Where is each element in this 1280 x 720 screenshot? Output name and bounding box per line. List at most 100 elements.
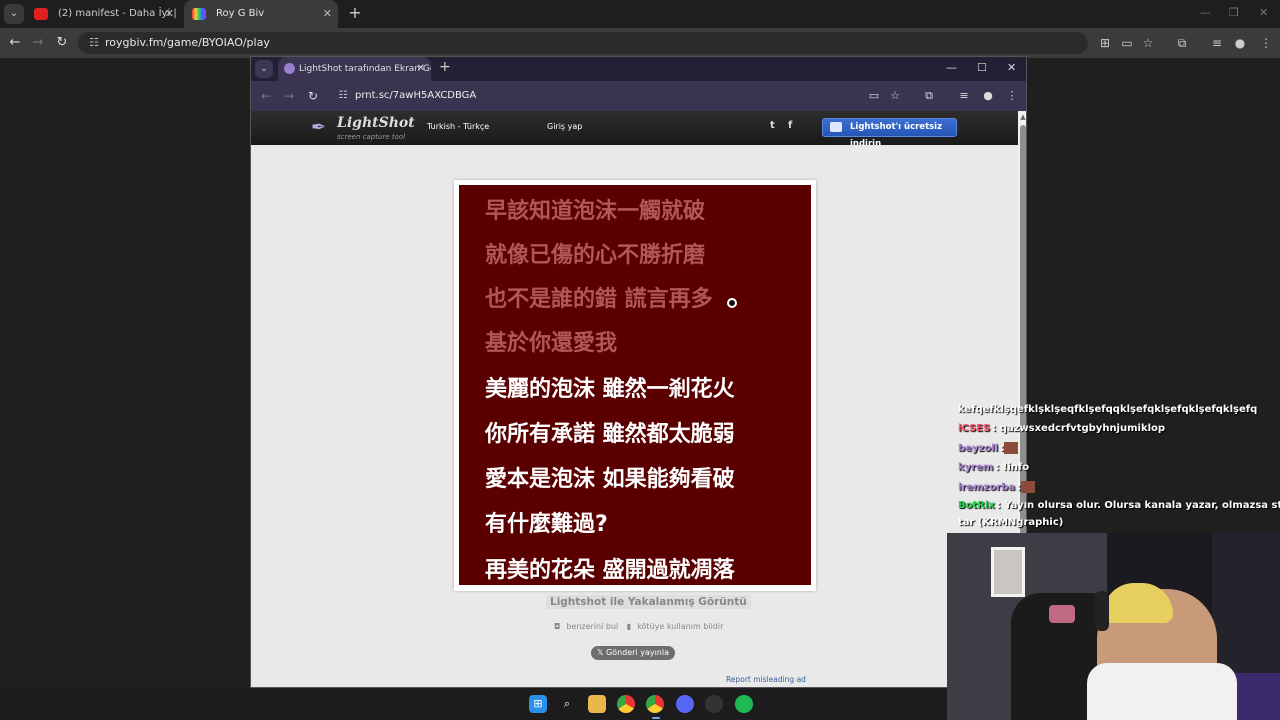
headset: [1095, 591, 1109, 631]
url-text: roygbiv.fm/game/BYOIAO/play: [105, 36, 270, 49]
chat-message: BotRix: Yayın olursa olur. Olursa kanala…: [958, 500, 1280, 511]
reload-icon[interactable]: ↻: [304, 87, 322, 105]
close-window-icon[interactable]: ✕: [1007, 61, 1016, 74]
chat-text: tar (KRMNgraphic): [958, 517, 1064, 528]
chat-message: beyzoll:: [958, 442, 1019, 454]
chrome-icon[interactable]: [646, 695, 664, 713]
windows-start-icon[interactable]: ⊞: [529, 695, 547, 713]
reload-icon[interactable]: ↻: [53, 34, 71, 52]
site-info-icon[interactable]: ☷: [335, 88, 351, 104]
download-button[interactable]: Lightshot'ı ücretsiz indirin: [822, 118, 957, 149]
extensions-icon[interactable]: ⧉: [921, 88, 937, 104]
windows-taskbar: ⊞ ⌕: [0, 688, 947, 720]
media-icon[interactable]: ≡: [1209, 35, 1225, 51]
mouse-cursor-icon: [727, 298, 737, 308]
camera-icon: ◘: [554, 622, 561, 631]
chat-text: kefqefklşqefklşklşeqfklşefqqklşefqklşefq…: [958, 404, 1258, 415]
chat-username[interactable]: iremzorba: [958, 482, 1015, 493]
close-icon[interactable]: ✕: [417, 57, 425, 81]
cast-icon[interactable]: ▭: [1119, 35, 1135, 51]
bookmark-star-icon[interactable]: ☆: [1140, 35, 1156, 51]
flag-icon: ▮: [626, 622, 632, 631]
chair-logo: [1049, 605, 1075, 623]
address-bar[interactable]: ☷ prnt.sc/7awH5AXCDBGA: [331, 85, 911, 107]
outer-toolbar: ← → ↻ ☷ roygbiv.fm/game/BYOIAO/play ⊞ ▭ …: [0, 28, 1280, 58]
file-explorer-icon[interactable]: [588, 695, 606, 713]
tab-title: (2) manifest - Daha İyi | Official: [58, 8, 180, 19]
tab-roy-g-biv[interactable]: Roy G Biv ✕: [184, 0, 338, 28]
lightshot-body: 早該知道泡沫一觸就破 就像已傷的心不勝折磨 也不是誰的錯 謊言再多 基於你還愛我 美麗的…: [251, 145, 1018, 687]
chat-username[interactable]: kyrem: [958, 462, 993, 473]
chrome-icon[interactable]: [617, 695, 635, 713]
extensions-icon[interactable]: ⧉: [1174, 35, 1190, 51]
inner-tab-strip: ⌄ LightShot tarafından Ekran Görü ✕ + — …: [251, 57, 1026, 81]
tab-search-button[interactable]: ⌄: [4, 4, 24, 24]
search-icon[interactable]: ⌕: [558, 695, 576, 713]
new-tab-button[interactable]: +: [346, 4, 364, 22]
back-icon[interactable]: ←: [257, 87, 275, 105]
tab-search-button[interactable]: ⌄: [255, 60, 273, 78]
forward-icon[interactable]: →: [29, 34, 47, 52]
login-link[interactable]: Giriş yap: [547, 122, 582, 131]
post-button[interactable]: 𝕏 Gönderi yayınla: [591, 646, 675, 660]
install-icon[interactable]: ▭: [866, 88, 882, 104]
wall-picture: [991, 547, 1025, 597]
translate-icon[interactable]: ⊞: [1097, 35, 1113, 51]
close-icon[interactable]: ✕: [323, 0, 332, 28]
spotify-icon[interactable]: [735, 695, 753, 713]
site-info-icon[interactable]: ☷: [86, 35, 102, 51]
chat-message: iCSES: qazwsxedcrfvtgbyhnjumiklop: [958, 423, 1165, 434]
twitter-icon[interactable]: t: [770, 120, 775, 131]
lyric-line: 美麗的泡沫 雖然一剎花火: [485, 377, 735, 402]
chat-username[interactable]: iCSES: [958, 423, 990, 434]
report-ad-link[interactable]: Report misleading ad: [726, 675, 806, 684]
report-abuse-link[interactable]: kötüye kullanım bildir: [637, 622, 723, 631]
new-tab-button[interactable]: +: [439, 59, 451, 75]
chat-message: tar (KRMNgraphic): [958, 517, 1063, 528]
youtube-icon: [34, 8, 48, 20]
more-menu-icon[interactable]: ⋮: [1004, 88, 1020, 104]
streamer-shirt: [1087, 663, 1237, 720]
lyric-line: 也不是誰的錯 謊言再多: [485, 287, 713, 312]
profile-avatar-icon[interactable]: ●: [1232, 35, 1248, 51]
close-icon[interactable]: ✕: [165, 0, 174, 28]
app-icon[interactable]: [705, 695, 723, 713]
maximize-icon[interactable]: ❐: [1229, 6, 1239, 19]
scroll-up-icon[interactable]: ▲: [1019, 113, 1026, 121]
tab-title: Roy G Biv: [216, 8, 265, 19]
url-text: prnt.sc/7awH5AXCDBGA: [355, 90, 477, 101]
active-indicator: [652, 717, 660, 719]
chat-text: : !info: [995, 462, 1030, 473]
lyric-line: 你所有承諾 雖然都太脆弱: [485, 422, 735, 447]
media-icon[interactable]: ≡: [956, 88, 972, 104]
chat-username[interactable]: BotRix: [958, 500, 995, 511]
minimize-icon[interactable]: —: [946, 61, 957, 74]
lyric-line: 早該知道泡沫一觸就破: [485, 199, 706, 224]
find-similar-link[interactable]: benzerini bul: [566, 622, 618, 631]
bookmark-star-icon[interactable]: ☆: [887, 88, 903, 104]
lyric-line: 基於你還愛我: [485, 331, 618, 356]
maximize-icon[interactable]: ☐: [977, 61, 987, 74]
forward-icon[interactable]: →: [280, 87, 298, 105]
lightshot-logo[interactable]: ✒ LightShot screen capture tool: [311, 115, 421, 143]
address-bar[interactable]: ☷ roygbiv.fm/game/BYOIAO/play: [78, 32, 1088, 54]
screenshot-frame: 早該知道泡沫一觸就破 就像已傷的心不勝折磨 也不是誰的錯 謊言再多 基於你還愛我 美麗的…: [454, 180, 816, 591]
chat-username[interactable]: beyzoll: [958, 443, 998, 454]
logo-name: LightShot: [337, 115, 415, 131]
discord-icon[interactable]: [676, 695, 694, 713]
tab-manifest[interactable]: (2) manifest - Daha İyi | Official ✕: [26, 0, 180, 28]
tab-lightshot[interactable]: LightShot tarafından Ekran Görü ✕: [278, 57, 431, 81]
emote-icon: [1004, 442, 1019, 454]
minimize-icon[interactable]: —: [1200, 6, 1211, 19]
captured-screenshot[interactable]: 早該知道泡沫一觸就破 就像已傷的心不勝折磨 也不是誰的錯 謊言再多 基於你還愛我 美麗的…: [459, 185, 811, 585]
chat-message: kyrem: !info: [958, 462, 1029, 473]
download-cloud-icon: [830, 122, 842, 132]
lyric-line: 愛本是泡沫 如果能夠看破: [485, 467, 735, 492]
close-window-icon[interactable]: ✕: [1259, 6, 1268, 19]
profile-avatar-icon[interactable]: ●: [980, 88, 996, 104]
back-icon[interactable]: ←: [6, 34, 24, 52]
facebook-icon[interactable]: f: [788, 120, 792, 131]
more-menu-icon[interactable]: ⋮: [1258, 35, 1274, 51]
webcam-feed: [947, 533, 1280, 720]
language-select[interactable]: Turkish - Türkçe: [423, 120, 493, 133]
